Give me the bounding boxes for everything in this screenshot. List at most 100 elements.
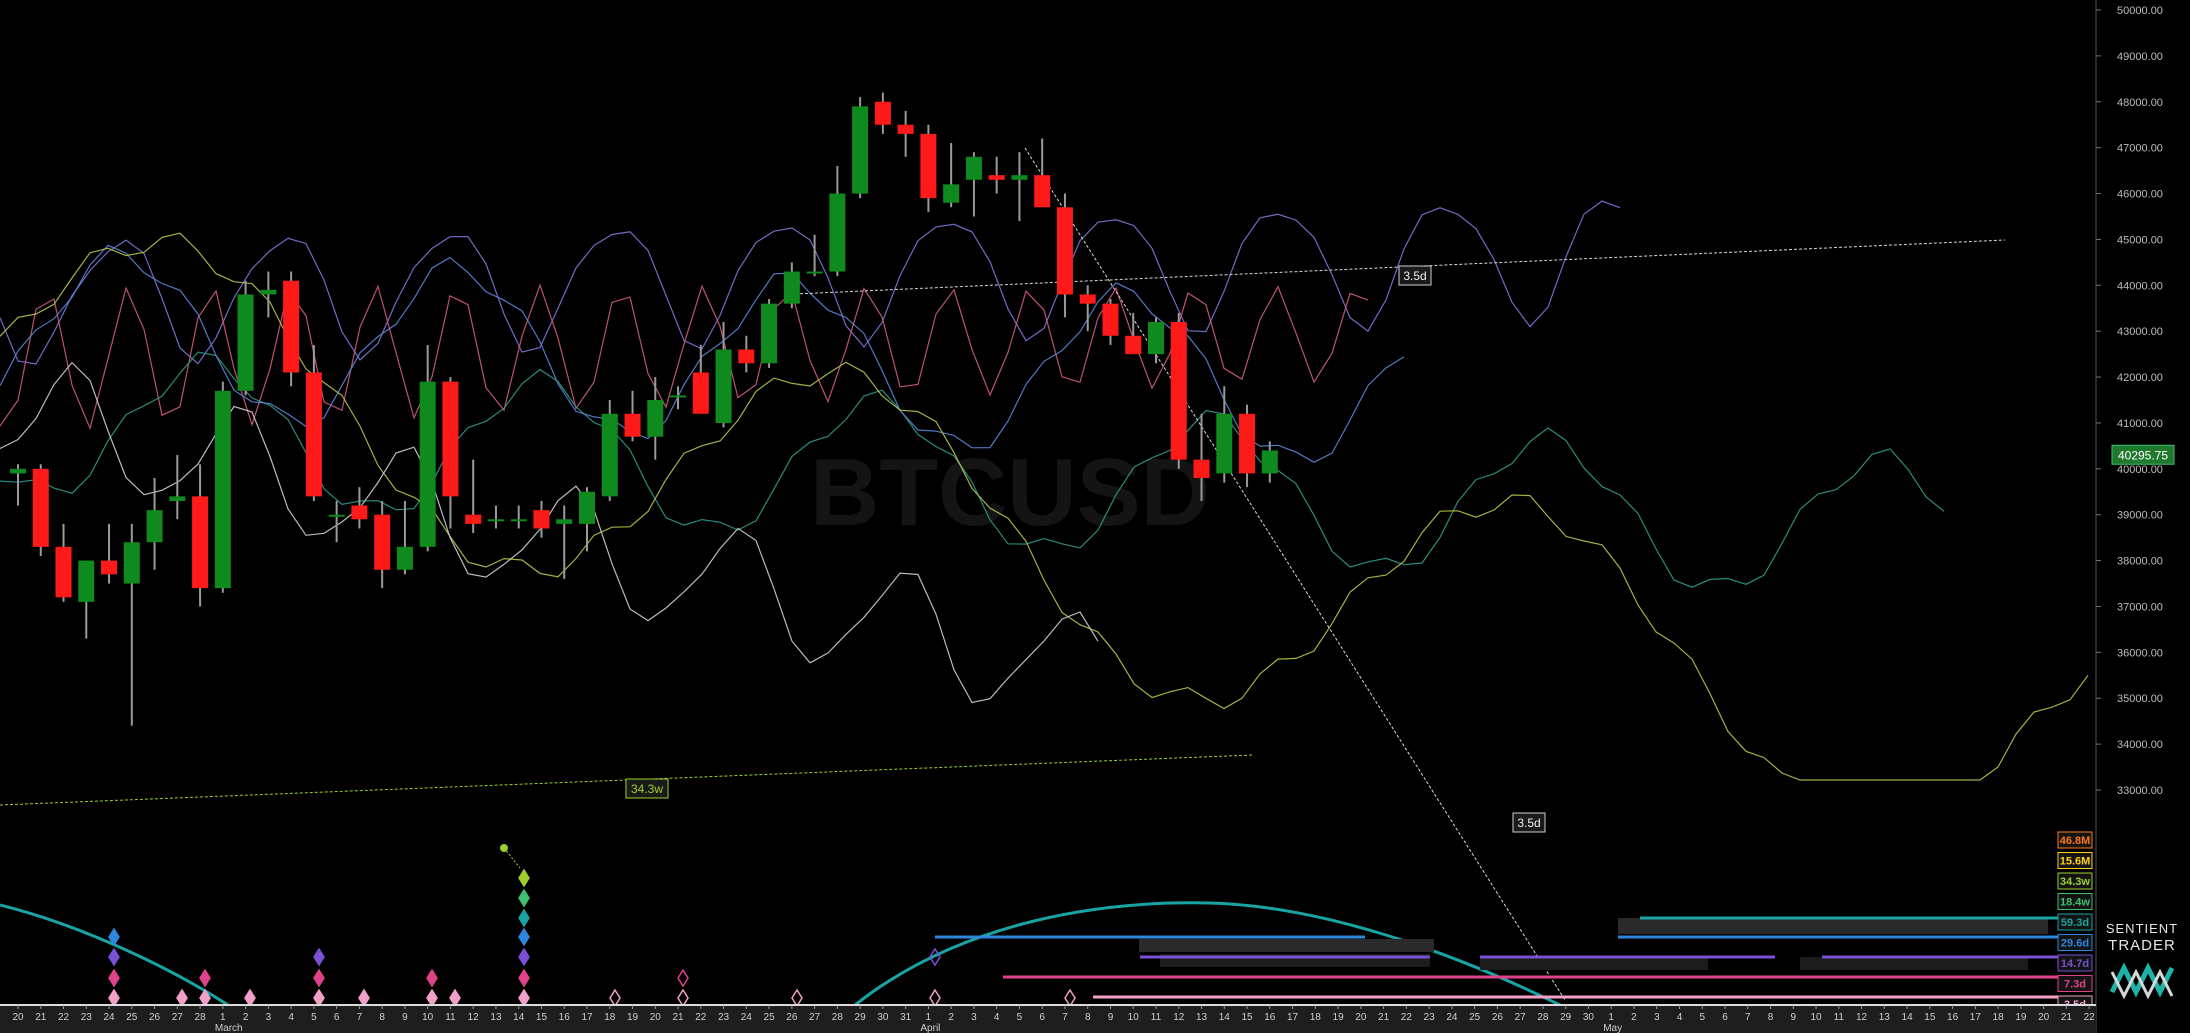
month-label: April [920, 1023, 940, 1033]
x-tick-label: 12 [1173, 1012, 1185, 1023]
candle-body [396, 546, 413, 570]
candle [214, 381, 231, 593]
x-tick-label: 18 [604, 1012, 616, 1023]
x-tick-label: 21 [672, 1012, 684, 1023]
x-tick-label: 21 [35, 1012, 47, 1023]
x-tick-label: 23 [81, 1012, 93, 1023]
y-tick-label: 49000.00 [2117, 51, 2163, 63]
candle-body [601, 413, 618, 497]
candle-body [556, 519, 573, 524]
candle-body [374, 514, 391, 570]
candle-body [1193, 459, 1210, 478]
x-tick-label: 27 [172, 1012, 184, 1023]
cycle-label: 34.3w [2057, 872, 2093, 890]
y-tick-label: 47000.00 [2117, 143, 2163, 155]
candle [761, 299, 778, 368]
x-tick-label: 3 [266, 1012, 272, 1023]
candle-body [101, 560, 118, 575]
x-tick-label: 8 [379, 1012, 385, 1023]
y-tick-label: 42000.00 [2117, 372, 2163, 384]
y-tick-label: 44000.00 [2117, 280, 2163, 292]
candle-body [237, 294, 254, 391]
x-tick-label: 4 [994, 1012, 1000, 1023]
month-label: May [1603, 1023, 1622, 1033]
x-tick-label: 15 [536, 1012, 548, 1023]
x-tick-label: 10 [422, 1012, 434, 1023]
candle-body [761, 303, 778, 364]
x-tick-label: 28 [1537, 1012, 1549, 1023]
cycle-label: 18.4w [2057, 893, 2093, 910]
x-tick-label: 9 [402, 1012, 408, 1023]
x-tick-label: 1 [220, 1012, 226, 1023]
x-tick-label: 31 [900, 1012, 912, 1023]
brand-line1: SENTIENT [2106, 921, 2178, 936]
x-tick-label: 9 [1108, 1012, 1114, 1023]
candle-body [487, 519, 504, 522]
price-chart[interactable]: BTCUSD 3.5d 3.5d 34.3w 46.8M15.6M34.3w18… [0, 0, 2190, 1033]
cycle-label: 14.7d [2057, 954, 2093, 972]
candle-body [465, 514, 482, 524]
candle-body [305, 372, 322, 497]
x-tick-label: 19 [1333, 1012, 1345, 1023]
x-tick-label: 10 [1810, 1012, 1822, 1023]
x-tick-label: 7 [357, 1012, 363, 1023]
candle-body [1011, 175, 1028, 180]
current-price-label: 40295.75 [2118, 448, 2168, 462]
x-tick-label: 1 [1608, 1012, 1614, 1023]
candle-body [146, 510, 163, 543]
x-tick-label: 15 [1924, 1012, 1936, 1023]
x-tick-label: 16 [559, 1012, 571, 1023]
x-tick-label: 2 [243, 1012, 249, 1023]
x-tick-label: 16 [1947, 1012, 1959, 1023]
x-tick-label: 24 [103, 1012, 115, 1023]
candle-body [32, 468, 49, 547]
candle-body [283, 280, 300, 373]
candle-body [874, 101, 891, 125]
x-tick-label: 8 [1085, 1012, 1091, 1023]
x-tick-label: 13 [490, 1012, 502, 1023]
x-tick-label: 4 [288, 1012, 294, 1023]
y-tick-label: 43000.00 [2117, 326, 2163, 338]
x-tick-label: 17 [581, 1012, 593, 1023]
x-tick-label: 24 [741, 1012, 753, 1023]
x-tick-label: 5 [1699, 1012, 1705, 1023]
candle-body [897, 124, 914, 134]
x-tick-label: 4 [1677, 1012, 1683, 1023]
y-tick-label: 37000.00 [2117, 601, 2163, 613]
x-tick-label: 22 [58, 1012, 70, 1023]
x-tick-label: 9 [1790, 1012, 1796, 1023]
candle-body [533, 510, 550, 529]
cycle-label-text: 34.3w [2060, 876, 2090, 888]
x-tick-label: 2 [948, 1012, 954, 1023]
x-tick-label: 12 [468, 1012, 480, 1023]
x-tick-label: 24 [1446, 1012, 1458, 1023]
month-label: March [215, 1023, 243, 1033]
candle-body [78, 560, 95, 602]
x-tick-label: 3 [971, 1012, 977, 1023]
candle-body [419, 381, 436, 547]
candle-body [10, 468, 26, 474]
x-tick-label: 22 [2084, 1012, 2096, 1023]
candle-body [920, 133, 937, 199]
y-tick-label: 39000.00 [2117, 510, 2163, 522]
x-tick-label: 27 [809, 1012, 821, 1023]
candle-body [647, 400, 664, 437]
x-tick-label: 18 [1310, 1012, 1322, 1023]
annotation-34.3w: 34.3w [625, 778, 669, 799]
x-tick-label: 22 [1401, 1012, 1413, 1023]
cycle-label: 7.3d [2057, 975, 2093, 992]
x-tick-label: 16 [1264, 1012, 1276, 1023]
x-tick-label: 28 [195, 1012, 207, 1023]
candle-body [624, 413, 641, 437]
cycle-label-text: 15.6M [2060, 856, 2091, 868]
x-tick-label: 26 [1492, 1012, 1504, 1023]
x-tick-label: 20 [12, 1012, 24, 1023]
candle [32, 464, 49, 556]
y-tick-label: 40000.00 [2117, 464, 2163, 476]
y-tick-label: 36000.00 [2117, 647, 2163, 659]
candle-body [1170, 322, 1187, 460]
x-tick-label: 29 [855, 1012, 867, 1023]
annotation-3.5d-lower-text: 3.5d [1517, 816, 1540, 830]
annotation-3.5d-lower: 3.5d [1512, 812, 1546, 833]
candle-body [738, 349, 755, 364]
